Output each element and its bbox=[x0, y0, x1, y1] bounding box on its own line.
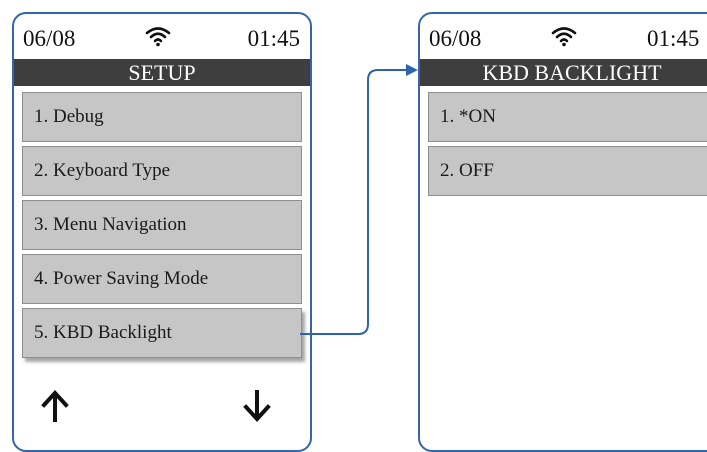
connector-line bbox=[300, 69, 408, 335]
connector-arrowhead bbox=[406, 64, 418, 76]
connector-arrow bbox=[300, 64, 418, 335]
